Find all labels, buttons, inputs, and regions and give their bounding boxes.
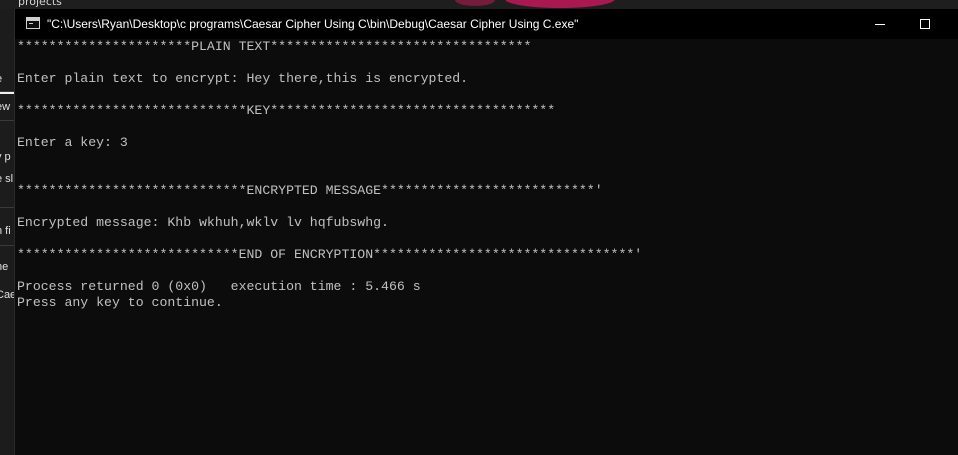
background-window-sidebar: e ew y p e sl n fi ne Cae — [0, 9, 14, 455]
end-of-encryption-header: ****************************END OF ENCRY… — [17, 247, 643, 262]
encrypted-message-header: *****************************ENCRYPTED M… — [17, 183, 603, 198]
background-sidebar-item[interactable]: e sl — [0, 173, 13, 186]
title-bar[interactable]: "C:\Users\Ryan\Desktop\c programs\Caesar… — [15, 9, 958, 39]
background-sidebar-item[interactable]: n fi — [0, 225, 11, 238]
continue-prompt: Press any key to continue. — [17, 295, 223, 310]
plain-text-header: **********************PLAIN TEXT********… — [17, 39, 532, 54]
background-sidebar-item[interactable]: y p — [0, 151, 11, 164]
console-app-icon — [26, 17, 40, 29]
window-title: "C:\Users\Ryan\Desktop\c programs\Caesar… — [47, 17, 579, 31]
background-sidebar-item[interactable]: Cae — [0, 289, 14, 302]
maximize-button[interactable] — [903, 9, 949, 39]
background-sidebar-item[interactable]: e — [0, 73, 2, 86]
maximize-icon — [920, 19, 930, 29]
process-status-line: Process returned 0 (0x0) execution time … — [17, 279, 421, 294]
console-window[interactable]: "C:\Users\Ryan\Desktop\c programs\Caesar… — [14, 9, 958, 455]
console-output: **********************PLAIN TEXT********… — [17, 39, 642, 311]
wallpaper-detail — [505, 0, 615, 8]
background-sidebar-item[interactable]: ne — [0, 261, 8, 274]
key-prompt: Enter a key: 3 — [17, 135, 128, 150]
plain-text-prompt: Enter plain text to encrypt: Hey there,t… — [17, 71, 469, 86]
divider — [0, 120, 14, 121]
background-sidebar-item[interactable]: ew — [0, 101, 10, 114]
console-output-area[interactable]: **********************PLAIN TEXT********… — [15, 39, 958, 455]
background-window-strip: projects — [0, 0, 958, 9]
divider — [0, 245, 14, 246]
divider — [0, 92, 14, 94]
wallpaper-detail — [455, 0, 495, 6]
divider — [0, 207, 14, 208]
minimize-button[interactable] — [857, 9, 903, 39]
encrypted-message-output: Encrypted message: Khb wkhuh,wklv lv hqf… — [17, 215, 389, 230]
background-window-label: projects — [18, 0, 62, 8]
key-header: *****************************KEY********… — [17, 103, 556, 118]
minimize-icon — [875, 24, 885, 25]
